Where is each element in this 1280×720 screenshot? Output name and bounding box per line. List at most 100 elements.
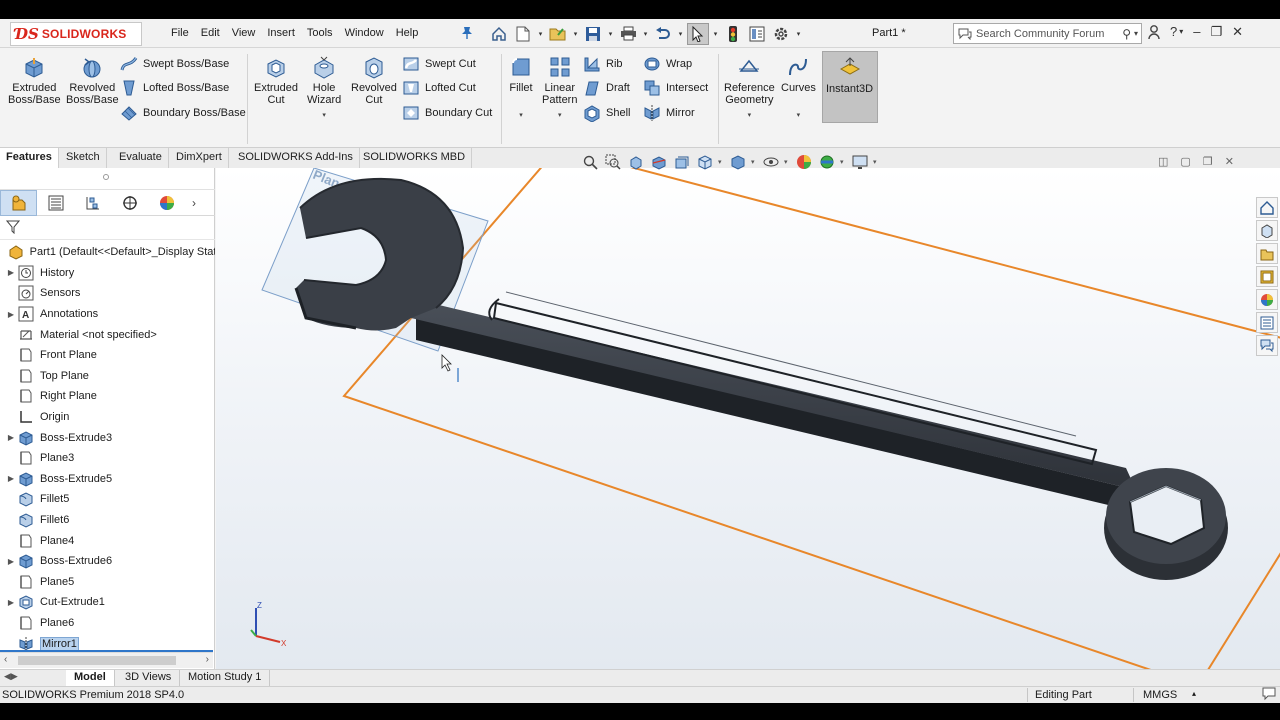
- custom-properties-icon[interactable]: [1256, 312, 1278, 333]
- tree-item[interactable]: ▶ A Annotations: [0, 304, 215, 325]
- zoom-to-fit-icon[interactable]: [580, 152, 600, 172]
- swept-cut-button[interactable]: Swept Cut: [402, 55, 476, 73]
- tree-item[interactable]: ▶ Cut-Extrude1: [0, 592, 215, 613]
- view-orientation-dropdown-icon[interactable]: ▾: [718, 158, 725, 166]
- fillet-dropdown-icon[interactable]: ▾: [519, 110, 523, 122]
- view-orientation-icon[interactable]: [695, 152, 715, 172]
- tree-item[interactable]: ▶ History: [0, 263, 215, 284]
- filter-icon[interactable]: [5, 220, 21, 237]
- rib-button[interactable]: Rib: [583, 55, 623, 73]
- tree-item[interactable]: Sensors: [0, 283, 215, 304]
- help-icon[interactable]: ?: [1170, 24, 1177, 43]
- minimize-icon[interactable]: –: [1193, 24, 1200, 43]
- tree-item[interactable]: ▶ Boss-Extrude3: [0, 427, 215, 448]
- hole-wizard-button[interactable]: Hole Wizard ▾: [307, 54, 341, 122]
- tree-horizontal-scrollbar[interactable]: ‹ ›: [0, 652, 213, 668]
- display-style-icon[interactable]: [728, 152, 748, 172]
- viewport-restore-icon[interactable]: ❐: [1203, 155, 1213, 168]
- hide-show-dropdown-icon[interactable]: ▾: [784, 158, 791, 166]
- feature-manager-tab[interactable]: [0, 189, 37, 216]
- boundary-cut-button[interactable]: Boundary Cut: [402, 104, 492, 122]
- tree-item[interactable]: ▶ Boss-Extrude5: [0, 469, 215, 490]
- curves-button[interactable]: Curves ▾: [781, 54, 816, 122]
- viewport-close-icon[interactable]: ✕: [1225, 155, 1234, 168]
- restore-icon[interactable]: ❐: [1210, 24, 1222, 43]
- reference-geometry-dropdown-icon[interactable]: ▾: [748, 110, 752, 122]
- extruded-boss-base-button[interactable]: Extruded Boss/Base: [8, 54, 61, 106]
- wrap-button[interactable]: Wrap: [643, 55, 692, 73]
- select-dropdown-icon[interactable]: ▾: [711, 23, 720, 45]
- select-icon[interactable]: [687, 22, 709, 45]
- intersect-button[interactable]: Intersect: [643, 79, 708, 97]
- tab-sketch[interactable]: Sketch: [60, 148, 107, 168]
- panel-grip[interactable]: [0, 168, 215, 190]
- solidworks-resources-icon[interactable]: [1256, 197, 1278, 218]
- status-tooltip-icon[interactable]: [1262, 687, 1276, 703]
- tree-item[interactable]: Plane5: [0, 572, 215, 593]
- instant3d-button[interactable]: Instant3D: [822, 51, 878, 123]
- menu-file[interactable]: File: [171, 27, 197, 39]
- wrench-model[interactable]: [294, 177, 1228, 580]
- bottom-tabs-prev-icon[interactable]: ◀▶: [4, 671, 18, 682]
- reference-geometry-button[interactable]: Reference Geometry ▾: [724, 54, 775, 122]
- curves-dropdown-icon[interactable]: ▾: [797, 110, 801, 122]
- draft-button[interactable]: Draft: [583, 79, 630, 97]
- dimxpert-manager-tab[interactable]: [111, 190, 148, 216]
- swept-boss-base-button[interactable]: Swept Boss/Base: [120, 55, 229, 73]
- display-manager-tab[interactable]: [148, 190, 185, 216]
- new-dropdown-icon[interactable]: ▾: [536, 23, 545, 45]
- tab-dimxpert[interactable]: DimXpert: [170, 148, 229, 168]
- pin-menu-icon[interactable]: [461, 26, 473, 43]
- print-icon[interactable]: [617, 23, 639, 45]
- menu-tools[interactable]: Tools: [307, 27, 341, 39]
- tab-3d-views[interactable]: 3D Views: [117, 670, 181, 686]
- search-input[interactable]: Search Community Forum ⚲ ▾: [953, 23, 1142, 44]
- view-palette-icon[interactable]: [1256, 266, 1278, 287]
- tab-solidworks-mbd[interactable]: SOLIDWORKS MBD: [357, 148, 473, 168]
- appearances-icon[interactable]: [1256, 289, 1278, 310]
- undo-icon[interactable]: [652, 23, 674, 45]
- help-dropdown-icon[interactable]: ▾: [1179, 27, 1183, 43]
- expand-arrow-icon[interactable]: ▶: [4, 268, 18, 277]
- open-icon[interactable]: [547, 23, 569, 45]
- tree-item[interactable]: ▶ Boss-Extrude6: [0, 551, 215, 572]
- hide-show-items-icon[interactable]: [761, 152, 781, 172]
- boundary-boss-base-button[interactable]: Boundary Boss/Base: [120, 104, 246, 122]
- revolved-boss-base-button[interactable]: Revolved Boss/Base: [66, 54, 119, 106]
- tree-item[interactable]: Material <not specified>: [0, 324, 215, 345]
- close-icon[interactable]: ✕: [1232, 24, 1243, 43]
- extruded-cut-button[interactable]: Extruded Cut: [254, 54, 298, 106]
- expand-arrow-icon[interactable]: ▶: [4, 598, 18, 607]
- tree-item[interactable]: Front Plane: [0, 345, 215, 366]
- lofted-boss-base-button[interactable]: Lofted Boss/Base: [120, 79, 229, 97]
- edit-appearance-icon[interactable]: [794, 152, 814, 172]
- home-icon[interactable]: [488, 23, 510, 45]
- tree-item[interactable]: Plane4: [0, 530, 215, 551]
- options-dropdown-icon[interactable]: ▾: [794, 23, 803, 45]
- zoom-to-area-icon[interactable]: [603, 152, 623, 172]
- property-manager-tab[interactable]: [37, 190, 74, 216]
- search-icon[interactable]: ⚲: [1122, 27, 1131, 41]
- tree-item[interactable]: Top Plane: [0, 366, 215, 387]
- viewport-tile-left-icon[interactable]: ◫: [1158, 155, 1168, 168]
- status-units[interactable]: MMGS: [1143, 689, 1177, 701]
- user-account-icon[interactable]: [1148, 24, 1160, 43]
- tab-evaluate[interactable]: Evaluate: [113, 148, 169, 168]
- menu-edit[interactable]: Edit: [201, 27, 228, 39]
- dynamic-annotation-icon[interactable]: [672, 152, 692, 172]
- tree-item[interactable]: Fillet5: [0, 489, 215, 510]
- tree-root-part[interactable]: Part1 (Default<<Default>_Display Stat: [0, 242, 215, 263]
- new-document-icon[interactable]: [512, 23, 534, 45]
- scroll-left-icon[interactable]: ‹: [4, 654, 7, 665]
- expand-arrow-icon[interactable]: ▶: [4, 474, 18, 483]
- apply-scene-dropdown-icon[interactable]: ▾: [840, 158, 847, 166]
- expand-arrow-icon[interactable]: ▶: [4, 557, 18, 566]
- save-icon[interactable]: [582, 23, 604, 45]
- expand-arrow-icon[interactable]: ▶: [4, 433, 18, 442]
- view-settings-icon[interactable]: [850, 152, 870, 172]
- undo-dropdown-icon[interactable]: ▾: [676, 23, 685, 45]
- fillet-button[interactable]: Fillet ▾: [508, 54, 534, 122]
- linear-pattern-button[interactable]: Linear Pattern ▾: [542, 54, 577, 122]
- scroll-right-icon[interactable]: ›: [206, 654, 209, 665]
- print-dropdown-icon[interactable]: ▾: [641, 23, 650, 45]
